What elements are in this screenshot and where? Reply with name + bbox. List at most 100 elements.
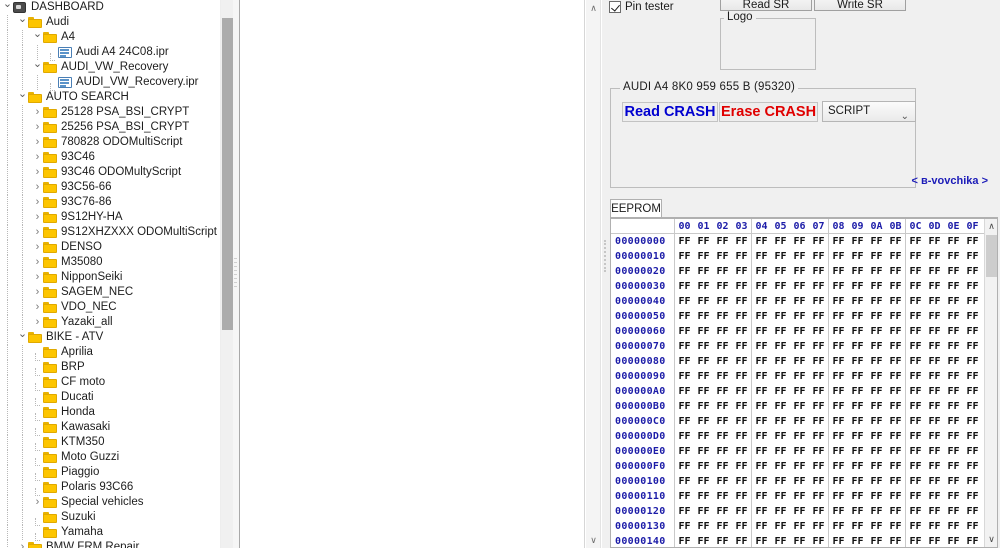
read-sr-button[interactable]: Read SR [720,0,812,11]
hex-byte[interactable]: FF [694,504,713,519]
hex-row[interactable]: 00000010 FF FF FF FF FF FF FF FF FF FF FF FF FF FF FF FF [611,249,997,264]
hex-byte[interactable]: FF [829,519,848,534]
hex-byte[interactable]: FF [790,354,809,369]
hex-byte[interactable]: FF [790,339,809,354]
hex-byte[interactable]: FF [732,264,751,279]
hex-byte[interactable]: FF [809,279,828,294]
chevron-right-icon[interactable] [32,150,43,165]
chevron-down-icon[interactable]: ⌄ [901,107,909,126]
hex-byte[interactable]: FF [829,339,848,354]
hex-byte[interactable]: FF [925,489,944,504]
hex-byte[interactable]: FF [752,459,771,474]
hex-byte[interactable]: FF [694,459,713,474]
tree-item-yamaha[interactable]: Yamaha [0,525,220,541]
hex-byte[interactable]: FF [732,504,751,519]
left-splitter-grip[interactable] [234,258,237,294]
hex-byte[interactable]: FF [867,399,886,414]
hex-byte[interactable]: FF [963,354,982,369]
tree-item-9s12hy-ha[interactable]: 9S12HY-HA [0,210,220,225]
hex-byte[interactable]: FF [790,519,809,534]
hex-byte[interactable]: FF [848,264,867,279]
scroll-up-icon[interactable]: ∧ [586,0,601,16]
hex-byte[interactable]: FF [713,534,732,547]
hex-byte[interactable]: FF [886,444,905,459]
hex-byte[interactable]: FF [848,429,867,444]
tree-item-piaggio[interactable]: Piaggio [0,465,220,481]
hex-byte[interactable]: FF [906,384,925,399]
hex-byte[interactable]: FF [886,429,905,444]
hex-byte[interactable]: FF [732,354,751,369]
tree-item-polaris-93c66[interactable]: Polaris 93C66 [0,480,220,496]
hex-byte[interactable]: FF [848,294,867,309]
hex-byte[interactable]: FF [732,429,751,444]
hex-byte[interactable]: FF [771,249,790,264]
hex-byte[interactable]: FF [694,369,713,384]
tree-item-brp[interactable]: BRP [0,360,220,376]
hex-byte[interactable]: FF [771,264,790,279]
hex-byte[interactable]: FF [732,519,751,534]
hex-byte[interactable]: FF [694,294,713,309]
tree-item-93c46[interactable]: 93C46 [0,150,220,165]
write-sr-button[interactable]: Write SR [814,0,906,11]
tree-item-auto-search[interactable]: AUTO SEARCH [0,90,220,105]
hex-byte[interactable]: FF [732,324,751,339]
hex-byte[interactable]: FF [906,264,925,279]
hex-byte[interactable]: FF [848,459,867,474]
hex-byte[interactable]: FF [675,534,694,547]
hex-byte[interactable]: FF [925,459,944,474]
hex-byte[interactable]: FF [752,444,771,459]
hex-byte[interactable]: FF [944,294,963,309]
hex-byte[interactable]: FF [848,534,867,547]
hex-byte[interactable]: FF [713,519,732,534]
hex-byte[interactable]: FF [848,474,867,489]
hex-byte[interactable]: FF [848,324,867,339]
hex-byte[interactable]: FF [925,474,944,489]
tree-item-bike-atv[interactable]: BIKE - ATV [0,330,220,345]
hex-byte[interactable]: FF [694,309,713,324]
chevron-right-icon[interactable] [32,315,43,330]
tree-item-aprilia[interactable]: Aprilia [0,345,220,361]
hex-byte[interactable]: FF [713,309,732,324]
hex-byte[interactable]: FF [886,519,905,534]
hex-byte[interactable]: FF [906,534,925,547]
hex-row[interactable]: 00000030 FF FF FF FF FF FF FF FF FF FF FF FF FF FF FF FF [611,279,997,294]
hex-row[interactable]: 000000B0 FF FF FF FF FF FF FF FF FF FF FF FF FF FF FF FF [611,399,997,414]
hex-byte[interactable]: FF [963,324,982,339]
hex-byte[interactable]: FF [694,519,713,534]
hex-byte[interactable]: FF [752,504,771,519]
hex-byte[interactable]: FF [771,309,790,324]
hex-byte[interactable]: FF [829,294,848,309]
hex-byte[interactable]: FF [963,279,982,294]
hex-byte[interactable]: FF [886,534,905,547]
hex-byte[interactable]: FF [886,309,905,324]
hex-byte[interactable]: FF [752,339,771,354]
hex-row[interactable]: 00000090 FF FF FF FF FF FF FF FF FF FF FF FF FF FF FF FF [611,369,997,384]
hex-row[interactable]: 000000C0 FF FF FF FF FF FF FF FF FF FF FF FF FF FF FF FF [611,414,997,429]
hex-row[interactable]: 00000020 FF FF FF FF FF FF FF FF FF FF FF FF FF FF FF FF [611,264,997,279]
tree-item-honda[interactable]: Honda [0,405,220,421]
tree-item-suzuki[interactable]: Suzuki [0,510,220,526]
hex-byte[interactable]: FF [925,534,944,547]
hex-byte[interactable]: FF [963,459,982,474]
hex-byte[interactable]: FF [906,474,925,489]
hex-scrollbar-thumb[interactable] [986,235,997,277]
hex-row[interactable]: 00000080 FF FF FF FF FF FF FF FF FF FF FF FF FF FF FF FF [611,354,997,369]
hex-byte[interactable]: FF [771,504,790,519]
hex-byte[interactable]: FF [867,504,886,519]
tree-item-ktm350[interactable]: KTM350 [0,435,220,451]
hex-byte[interactable]: FF [944,504,963,519]
hex-byte[interactable]: FF [944,354,963,369]
hex-byte[interactable]: FF [713,429,732,444]
hex-byte[interactable]: FF [886,294,905,309]
hex-byte[interactable]: FF [732,444,751,459]
hex-byte[interactable]: FF [906,249,925,264]
hex-byte[interactable]: FF [829,309,848,324]
hex-byte[interactable]: FF [732,489,751,504]
hex-byte[interactable]: FF [944,489,963,504]
hex-byte[interactable]: FF [925,384,944,399]
hex-byte[interactable]: FF [867,264,886,279]
hex-byte[interactable]: FF [848,414,867,429]
hex-byte[interactable]: FF [809,429,828,444]
hex-byte[interactable]: FF [732,399,751,414]
hex-byte[interactable]: FF [732,339,751,354]
